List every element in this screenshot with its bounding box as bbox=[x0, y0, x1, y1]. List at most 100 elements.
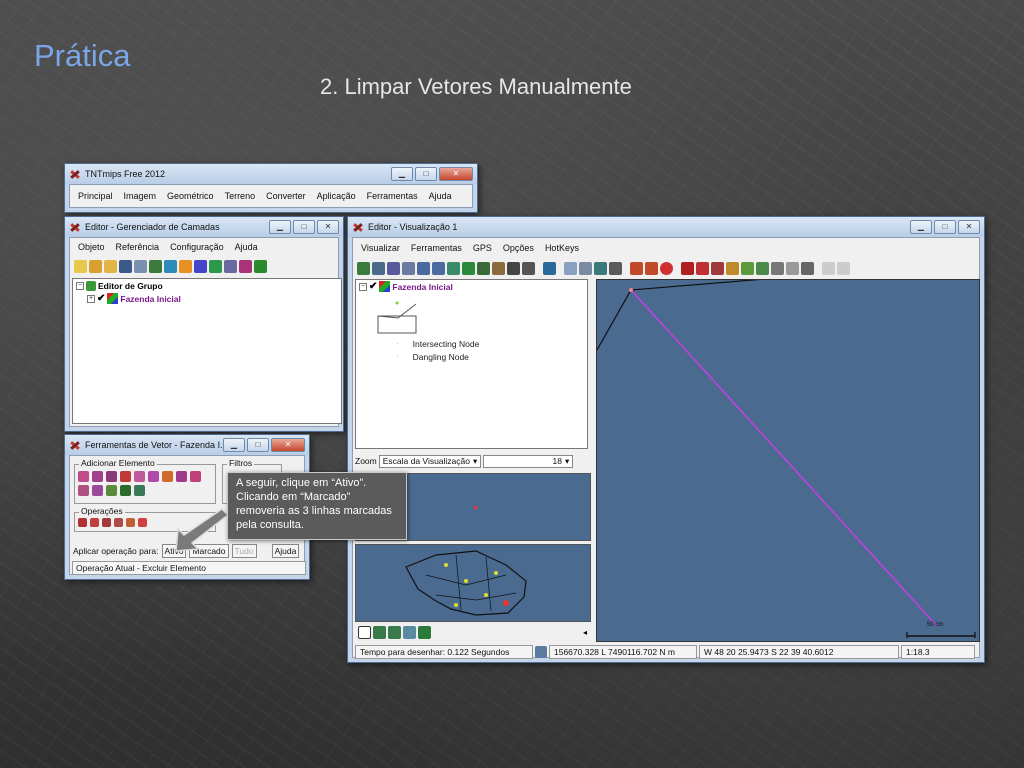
zoom-box-icon[interactable] bbox=[402, 261, 415, 275]
measure-icon[interactable] bbox=[564, 261, 577, 275]
select-tool-icon[interactable] bbox=[579, 261, 592, 275]
menu-visualizar[interactable]: Visualizar bbox=[361, 243, 400, 253]
paint-icon[interactable] bbox=[741, 261, 754, 275]
add-arc-icon[interactable] bbox=[120, 471, 131, 482]
menu-ferramentas[interactable]: Ferramentas bbox=[411, 243, 462, 253]
expand-icon[interactable]: + bbox=[87, 294, 95, 303]
edit-tool-icon[interactable] bbox=[89, 259, 102, 273]
menu-configuracao[interactable]: Configuração bbox=[170, 242, 224, 252]
add-polygon-icon[interactable] bbox=[106, 471, 117, 482]
add-layer-icon[interactable] bbox=[149, 259, 162, 273]
add-symbol-icon[interactable] bbox=[134, 485, 145, 496]
collapse-icon[interactable]: − bbox=[359, 282, 367, 291]
visualization-titlebar[interactable]: Editor - Visualização 1 ▁ □ ✕ bbox=[348, 217, 984, 237]
open-folder-icon[interactable] bbox=[104, 259, 117, 273]
stop-icon[interactable] bbox=[660, 261, 673, 275]
zoom-previous-icon[interactable] bbox=[447, 261, 460, 275]
minimize-button[interactable]: ▁ bbox=[223, 438, 245, 452]
undo-icon[interactable] bbox=[630, 261, 643, 275]
close-button[interactable]: ✕ bbox=[317, 220, 339, 234]
flag-icon[interactable] bbox=[711, 261, 724, 275]
add-line-icon[interactable] bbox=[78, 471, 89, 482]
all-button[interactable]: Tudo bbox=[231, 544, 257, 558]
image-icon[interactable] bbox=[418, 625, 431, 639]
menu-ajuda[interactable]: Ajuda bbox=[429, 191, 452, 201]
vector-tools-titlebar[interactable]: Ferramentas de Vetor - Fazenda I... ▁ □ … bbox=[65, 435, 309, 455]
close-button[interactable]: ✕ bbox=[271, 438, 305, 452]
add-polyline-icon[interactable] bbox=[92, 471, 103, 482]
edit-line-icon[interactable] bbox=[90, 518, 99, 527]
help-button[interactable]: Ajuda bbox=[271, 544, 300, 558]
add-ellipse-icon[interactable] bbox=[92, 485, 103, 496]
delete-element-icon[interactable] bbox=[138, 518, 147, 527]
gps-icon[interactable] bbox=[492, 261, 505, 275]
menu-gps[interactable]: GPS bbox=[473, 243, 492, 253]
join-line-icon[interactable] bbox=[114, 518, 123, 527]
overview-pane[interactable] bbox=[355, 544, 591, 622]
node-tool-icon[interactable] bbox=[594, 261, 607, 275]
vector-layer-icon[interactable] bbox=[179, 259, 192, 273]
menu-ferramentas[interactable]: Ferramentas bbox=[367, 191, 418, 201]
pencil-icon[interactable] bbox=[726, 261, 739, 275]
add-curve-icon[interactable] bbox=[190, 471, 201, 482]
list-icon[interactable] bbox=[358, 625, 371, 639]
menu-converter[interactable]: Converter bbox=[266, 191, 306, 201]
shape-layer-icon[interactable] bbox=[224, 259, 237, 273]
close-button[interactable]: ✕ bbox=[958, 220, 980, 234]
undo-arrow-icon[interactable] bbox=[822, 261, 835, 275]
layer-manager-titlebar[interactable]: Editor - Gerenciador de Camadas ▁ □ ✕ bbox=[65, 217, 343, 237]
select-tool-icon[interactable] bbox=[74, 259, 87, 273]
add-point-icon[interactable] bbox=[162, 471, 173, 482]
add-circle-icon[interactable] bbox=[148, 471, 159, 482]
zoom-scale-select[interactable]: Escala da Visualização ▾ bbox=[378, 454, 482, 468]
menu-ajuda[interactable]: Ajuda bbox=[235, 242, 258, 252]
add-grid-icon[interactable] bbox=[120, 485, 131, 496]
redo-icon[interactable] bbox=[645, 261, 658, 275]
coordinates-icon[interactable] bbox=[535, 646, 547, 658]
raster-layer-icon[interactable] bbox=[164, 259, 177, 273]
pan-icon[interactable] bbox=[387, 261, 400, 275]
zoom-out-icon[interactable] bbox=[388, 625, 401, 639]
menu-referencia[interactable]: Referência bbox=[116, 242, 160, 252]
picture-icon[interactable] bbox=[756, 261, 769, 275]
maximize-button[interactable]: □ bbox=[293, 220, 315, 234]
map-icon[interactable] bbox=[254, 259, 267, 273]
zoom-in-icon[interactable] bbox=[373, 625, 386, 639]
menu-principal[interactable]: Principal bbox=[78, 191, 113, 201]
add-spline-icon[interactable] bbox=[78, 485, 89, 496]
add-layer-icon[interactable] bbox=[543, 261, 556, 275]
zoom-in-icon[interactable] bbox=[417, 261, 430, 275]
magnifier-icon[interactable] bbox=[403, 625, 416, 639]
cut-icon[interactable] bbox=[771, 261, 784, 275]
binoculars-icon[interactable] bbox=[507, 261, 520, 275]
full-view-icon[interactable] bbox=[372, 261, 385, 275]
save-icon[interactable] bbox=[119, 259, 132, 273]
minimize-button[interactable]: ▁ bbox=[910, 220, 932, 234]
menu-hotkeys[interactable]: HotKeys bbox=[545, 243, 579, 253]
copy-icon[interactable] bbox=[786, 261, 799, 275]
maximize-button[interactable]: □ bbox=[247, 438, 269, 452]
select-arrow-icon[interactable] bbox=[78, 518, 87, 527]
redraw-icon[interactable] bbox=[357, 261, 370, 275]
move-node-icon[interactable] bbox=[126, 518, 135, 527]
menu-geometrico[interactable]: Geométrico bbox=[167, 191, 214, 201]
record-icon[interactable] bbox=[681, 261, 694, 275]
tree-group-row[interactable]: − Editor de Grupo bbox=[73, 279, 341, 292]
add-node-icon[interactable] bbox=[176, 471, 187, 482]
maximize-button[interactable]: □ bbox=[415, 167, 437, 181]
menu-aplicacao[interactable]: Aplicação bbox=[317, 191, 356, 201]
split-line-icon[interactable] bbox=[102, 518, 111, 527]
query-icon[interactable] bbox=[609, 261, 622, 275]
menu-imagem[interactable]: Imagem bbox=[124, 191, 157, 201]
add-label-icon[interactable] bbox=[106, 485, 117, 496]
tntmips-titlebar[interactable]: TNTmips Free 2012 ▁ □ ✕ bbox=[65, 164, 477, 184]
collapse-pane-icon[interactable]: ◂ bbox=[583, 628, 587, 637]
cad-layer-icon[interactable] bbox=[194, 259, 207, 273]
camera-icon[interactable] bbox=[522, 261, 535, 275]
zoom-value-field[interactable]: 18 ▾ bbox=[483, 454, 574, 468]
zoom-red-icon[interactable] bbox=[696, 261, 709, 275]
tin-layer-icon[interactable] bbox=[209, 259, 222, 273]
properties-icon[interactable] bbox=[134, 259, 147, 273]
maximize-button[interactable]: □ bbox=[934, 220, 956, 234]
minimize-button[interactable]: ▁ bbox=[269, 220, 291, 234]
